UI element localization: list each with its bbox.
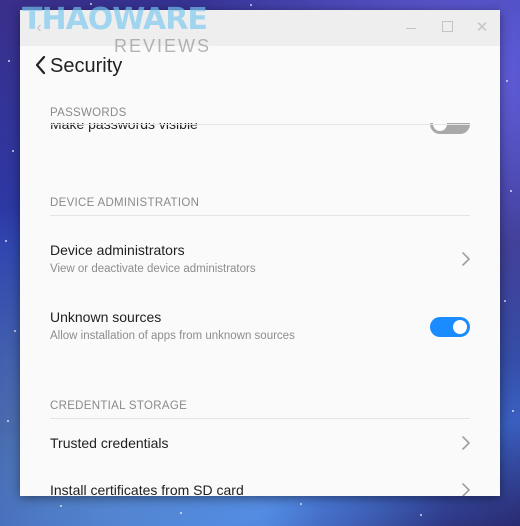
minimize-icon[interactable]	[402, 19, 420, 37]
maximize-icon[interactable]	[438, 19, 456, 37]
settings-list[interactable]: PASSWORDS Make passwords visible DEVICE …	[20, 86, 500, 496]
window-back-icon[interactable]: ‹	[30, 19, 48, 37]
divider	[50, 418, 470, 419]
device-administrators-row[interactable]: Device administrators View or deactivate…	[20, 226, 500, 280]
row-subtitle-device-administrators: View or deactivate device administrators	[50, 263, 256, 275]
row-title-install-certificates: Install certificates from SD card	[50, 482, 244, 496]
row-title-unknown-sources: Unknown sources	[50, 309, 162, 325]
app-bar: Security	[20, 46, 500, 86]
install-certificates-row[interactable]: Install certificates from SD card	[20, 474, 500, 496]
toggle-knob	[453, 320, 467, 334]
page-title: Security	[50, 55, 123, 77]
close-icon[interactable]: ✕	[473, 19, 491, 37]
divider	[50, 124, 470, 125]
unknown-sources-row[interactable]: Unknown sources Allow installation of ap…	[20, 293, 500, 347]
trusted-credentials-row[interactable]: Trusted credentials	[20, 426, 500, 470]
divider	[50, 215, 470, 216]
chevron-right-icon	[462, 252, 470, 266]
make-passwords-visible-row[interactable]: Make passwords visible	[20, 116, 500, 136]
unknown-sources-toggle[interactable]	[430, 317, 470, 337]
row-title-device-administrators: Device administrators	[50, 242, 185, 258]
row-subtitle-unknown-sources: Allow installation of apps from unknown …	[50, 330, 295, 342]
section-header-credential-storage: CREDENTIAL STORAGE	[50, 400, 188, 412]
back-arrow-icon[interactable]	[32, 51, 50, 79]
window-titlebar: ‹ ✕	[20, 10, 500, 46]
chevron-right-icon	[462, 483, 470, 496]
section-header-device-administration: DEVICE ADMINISTRATION	[50, 197, 200, 209]
chevron-right-icon	[462, 436, 470, 450]
settings-window: ‹ ✕ Security PASSWORDS Make passwords vi…	[20, 10, 500, 496]
row-title-trusted-credentials: Trusted credentials	[50, 435, 169, 451]
